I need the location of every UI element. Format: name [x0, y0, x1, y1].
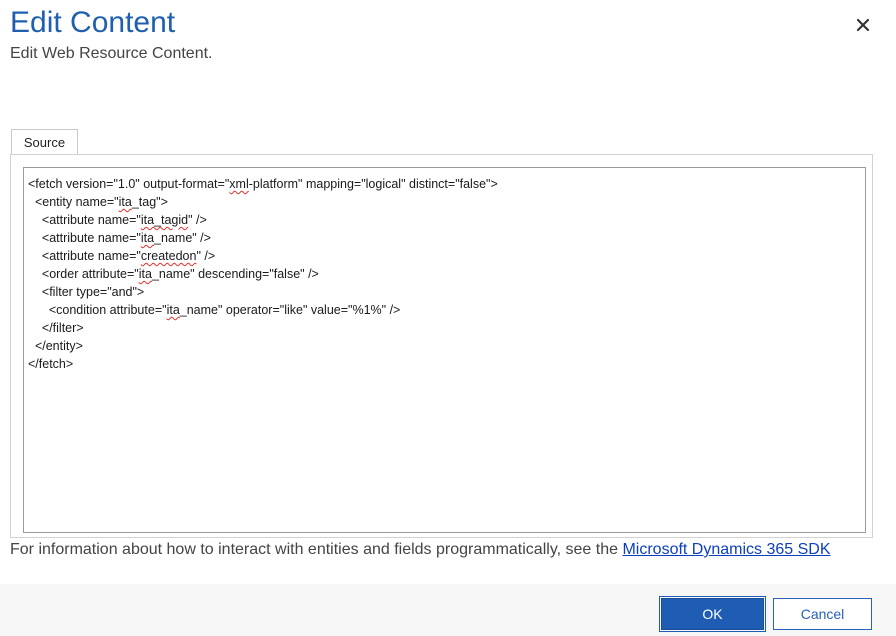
- code-line: <order attribute="ita_name" descending="…: [28, 265, 861, 283]
- code-text: _tag">: [131, 195, 168, 209]
- code-line: <filter type="and">: [28, 283, 861, 301]
- code-text: </fetch>: [28, 357, 74, 371]
- close-button[interactable]: [850, 12, 876, 38]
- code-line: <attribute name="ita_name" />: [28, 229, 861, 247]
- code-line: <attribute name="ita_tagid" />: [28, 211, 861, 229]
- sdk-info-text: For information about how to interact wi…: [10, 542, 870, 558]
- source-code-editor[interactable]: <fetch version="1.0" output-format="xml-…: [23, 167, 866, 533]
- code-line: <entity name="ita_tag">: [28, 193, 861, 211]
- code-line: <fetch version="1.0" output-format="xml-…: [28, 175, 861, 193]
- code-text: <entity name=": [28, 195, 119, 209]
- code-text: </entity>: [28, 339, 83, 353]
- tab-source[interactable]: Source: [11, 129, 78, 154]
- code-text: <filter type="and">: [28, 285, 145, 299]
- spellcheck-word: createdon: [140, 249, 197, 263]
- code-line: </fetch>: [28, 355, 861, 373]
- code-text: <fetch version="1.0" output-format=": [28, 177, 230, 191]
- spellcheck-word: ita: [118, 195, 132, 209]
- code-text: _name" />: [154, 231, 211, 245]
- close-icon: [856, 18, 870, 32]
- code-text: _name" descending="false" />: [151, 267, 319, 281]
- code-line: </filter>: [28, 319, 861, 337]
- sdk-info-label: For information about how to interact wi…: [10, 541, 623, 558]
- spellcheck-word: ita: [140, 231, 155, 245]
- spellcheck-word: xml: [229, 177, 249, 191]
- code-line: <condition attribute="ita_name" operator…: [28, 301, 861, 319]
- spellcheck-word: ita: [166, 303, 180, 317]
- code-text: _name" operator="like" value="%1%" />: [179, 303, 401, 317]
- spellcheck-word: ita_tagid: [140, 213, 189, 227]
- code-text: -platform" mapping="logical" distinct="f…: [248, 177, 498, 191]
- sdk-link[interactable]: Microsoft Dynamics 365 SDK: [622, 541, 830, 558]
- code-text: <attribute name=": [28, 249, 141, 263]
- code-line: </entity>: [28, 337, 861, 355]
- edit-content-dialog: Edit Content Edit Web Resource Content. …: [0, 0, 896, 636]
- code-text: " />: [196, 249, 216, 263]
- dialog-title: Edit Content: [10, 6, 176, 39]
- code-text: </filter>: [28, 321, 84, 335]
- spellcheck-word: ita: [138, 267, 152, 281]
- code-text: <attribute name=": [28, 213, 141, 227]
- code-text: " />: [188, 213, 207, 227]
- ok-button[interactable]: OK: [659, 596, 766, 632]
- code-text: <order attribute=": [28, 267, 139, 281]
- dialog-subtitle: Edit Web Resource Content.: [10, 45, 213, 62]
- code-text: <attribute name=": [28, 231, 141, 245]
- cancel-button[interactable]: Cancel: [773, 598, 872, 630]
- code-text: <condition attribute=": [28, 303, 167, 317]
- code-line: <attribute name="createdon" />: [28, 247, 861, 265]
